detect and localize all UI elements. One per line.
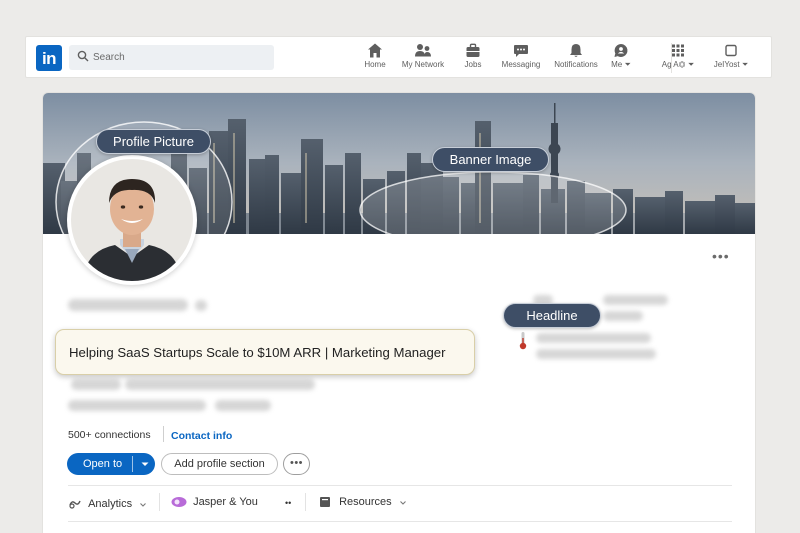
nav-messaging[interactable]: Messaging	[499, 42, 543, 74]
nav-label: Notifications	[554, 60, 598, 69]
nav-label: Home	[364, 60, 386, 69]
chevron-down-icon	[399, 501, 406, 505]
jasper-label: Jasper & You	[193, 496, 258, 508]
more-actions-button[interactable]: •••	[283, 453, 310, 475]
jasper-tab[interactable]: Jasper & You	[171, 496, 258, 512]
linkedin-logo[interactable]: in	[36, 45, 62, 71]
resources-icon	[320, 497, 330, 507]
nav-home[interactable]: Home	[356, 42, 394, 74]
avatar	[71, 159, 193, 281]
home-icon	[368, 43, 382, 58]
square-icon	[725, 44, 737, 57]
search-box[interactable]	[69, 45, 274, 70]
open-to-label: Open to	[83, 458, 123, 470]
blurred-right-5	[536, 349, 656, 359]
nav-label: JeIYost ⏷	[713, 60, 749, 69]
nav-notifications[interactable]: Notifications	[551, 42, 601, 74]
nav-label: Ag A⏣ ⏷	[661, 60, 695, 69]
divider	[305, 493, 306, 511]
analytics-icon	[69, 500, 81, 509]
nav-profile-menu[interactable]: JeIYost ⏷	[710, 42, 752, 74]
divider	[163, 426, 164, 442]
analytics-tab[interactable]: Analytics	[68, 496, 148, 512]
analytics-label: Analytics	[88, 498, 133, 510]
more-tools-button[interactable]: ••	[285, 498, 291, 514]
divider	[68, 521, 732, 522]
banner-highlight-ring	[359, 171, 627, 249]
headline-callout: Headline	[503, 303, 601, 328]
blurred-name	[68, 299, 188, 311]
banner-image-callout: Banner Image	[432, 147, 549, 172]
blurred-badge	[195, 300, 207, 311]
bell-icon	[570, 44, 582, 57]
nav-label: My Network	[401, 60, 445, 69]
search-icon	[77, 50, 89, 62]
me-icon	[614, 44, 628, 57]
nav-label: Jobs	[464, 60, 482, 69]
card-more-button[interactable]: •••	[712, 248, 730, 264]
message-icon	[514, 45, 528, 57]
briefcase-icon	[466, 43, 480, 57]
resources-tab[interactable]: Resources	[319, 496, 408, 512]
divider	[68, 485, 732, 486]
open-to-button[interactable]: Open to	[67, 453, 155, 475]
blurred-school	[215, 400, 271, 411]
blurred-right-3	[603, 311, 643, 321]
blurred-right-2	[603, 295, 668, 305]
nav-jobs[interactable]: Jobs	[454, 42, 492, 74]
blurred-right-4	[536, 333, 651, 343]
jasper-icon	[171, 497, 187, 507]
resources-label: Resources	[339, 496, 392, 508]
nav-label: Me ⏷	[611, 60, 631, 69]
network-icon	[415, 44, 431, 57]
top-nav-bar: in Home My Network Jobs Messagi	[25, 36, 772, 78]
thermometer-icon	[519, 332, 527, 350]
search-input[interactable]	[93, 47, 268, 68]
profile-picture[interactable]	[67, 155, 197, 285]
chevron-down-icon	[140, 503, 147, 507]
blurred-location	[71, 379, 121, 390]
chevron-down-icon[interactable]	[138, 457, 152, 471]
blurred-company	[68, 400, 206, 411]
headline-highlight: Helping SaaS Startups Scale to $10M ARR …	[55, 329, 475, 375]
grid-icon	[672, 44, 684, 57]
connections-count[interactable]: 500+ connections	[68, 429, 151, 441]
divider	[159, 493, 160, 511]
divider	[132, 456, 133, 472]
nav-me[interactable]: Me ⏷	[606, 42, 636, 74]
nav-label: Messaging	[501, 60, 541, 69]
blurred-location-detail	[125, 379, 315, 390]
profile-headline: Helping SaaS Startups Scale to $10M ARR …	[69, 345, 446, 360]
profile-picture-callout: Profile Picture	[96, 129, 211, 154]
nav-work[interactable]: Ag A⏣ ⏷	[658, 42, 698, 74]
nav-my-network[interactable]: My Network	[398, 42, 448, 74]
add-profile-section-button[interactable]: Add profile section	[161, 453, 278, 475]
contact-info-link[interactable]: Contact info	[171, 430, 232, 442]
